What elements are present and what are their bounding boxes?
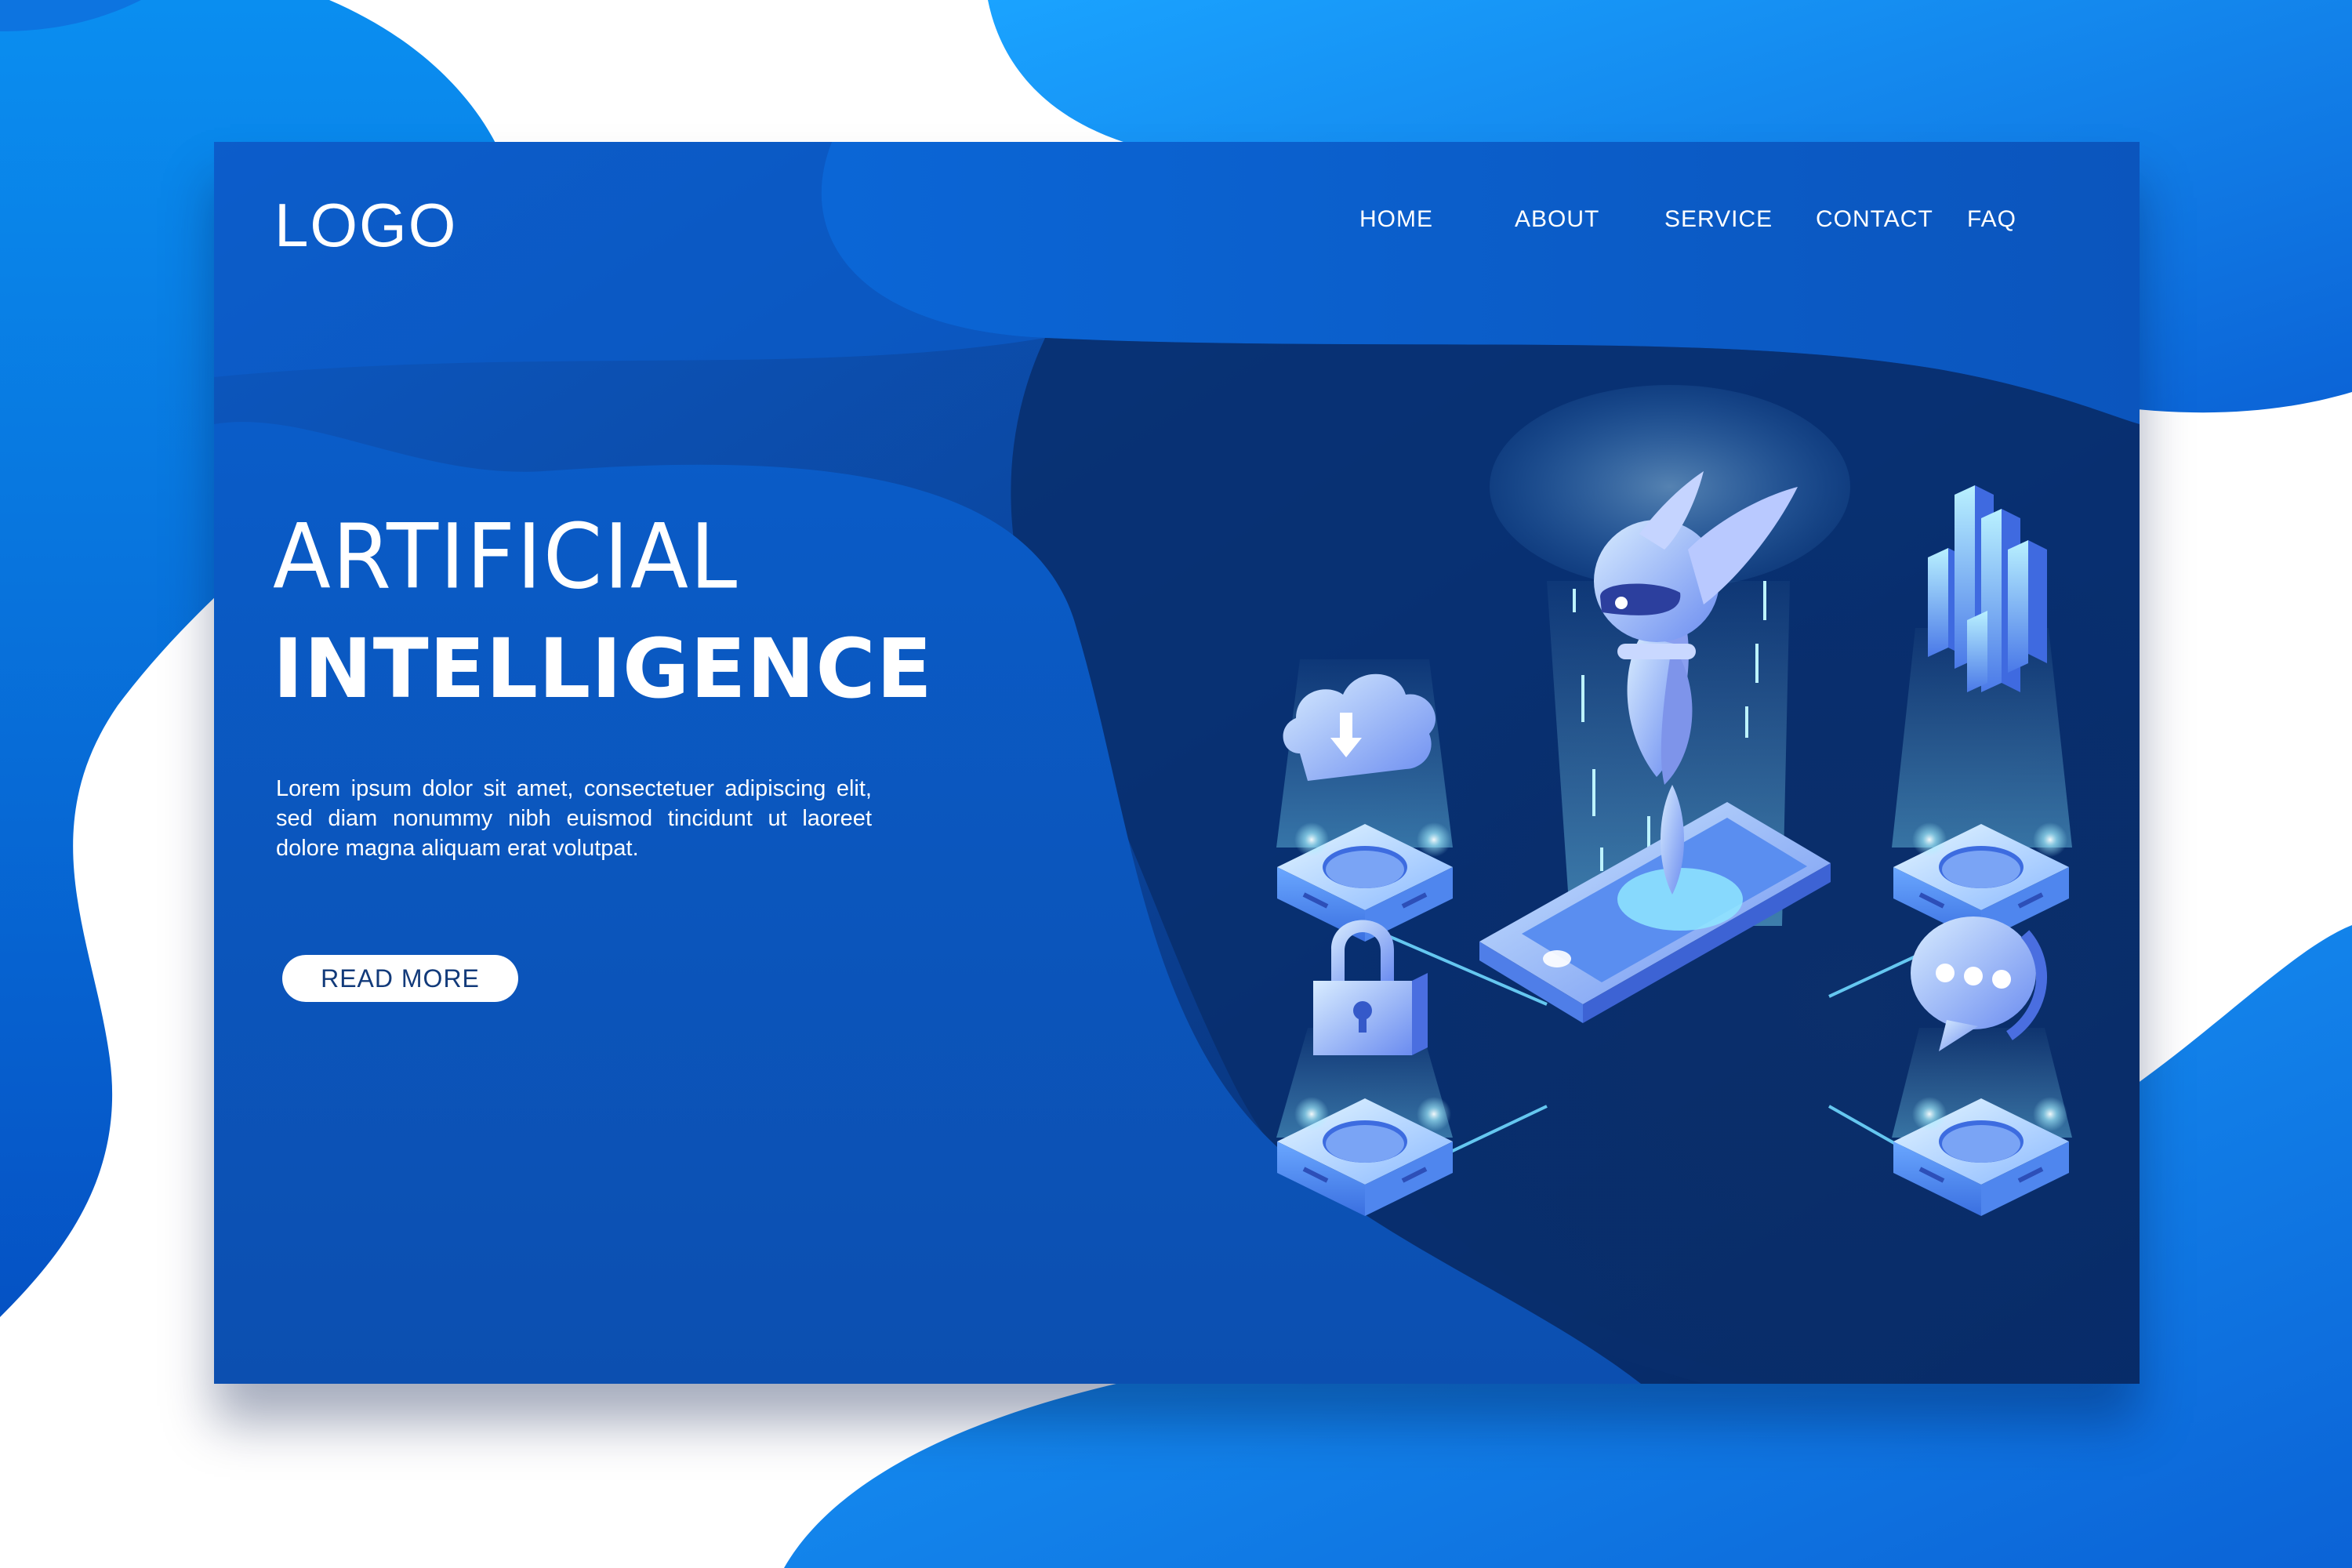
landing-card: LOGO HOME ABOUT SERVICE CONTACT FAQ ARTI…: [214, 142, 2140, 1384]
ai-illustration: [214, 385, 2072, 1384]
padlock-icon: [1313, 920, 1428, 1055]
